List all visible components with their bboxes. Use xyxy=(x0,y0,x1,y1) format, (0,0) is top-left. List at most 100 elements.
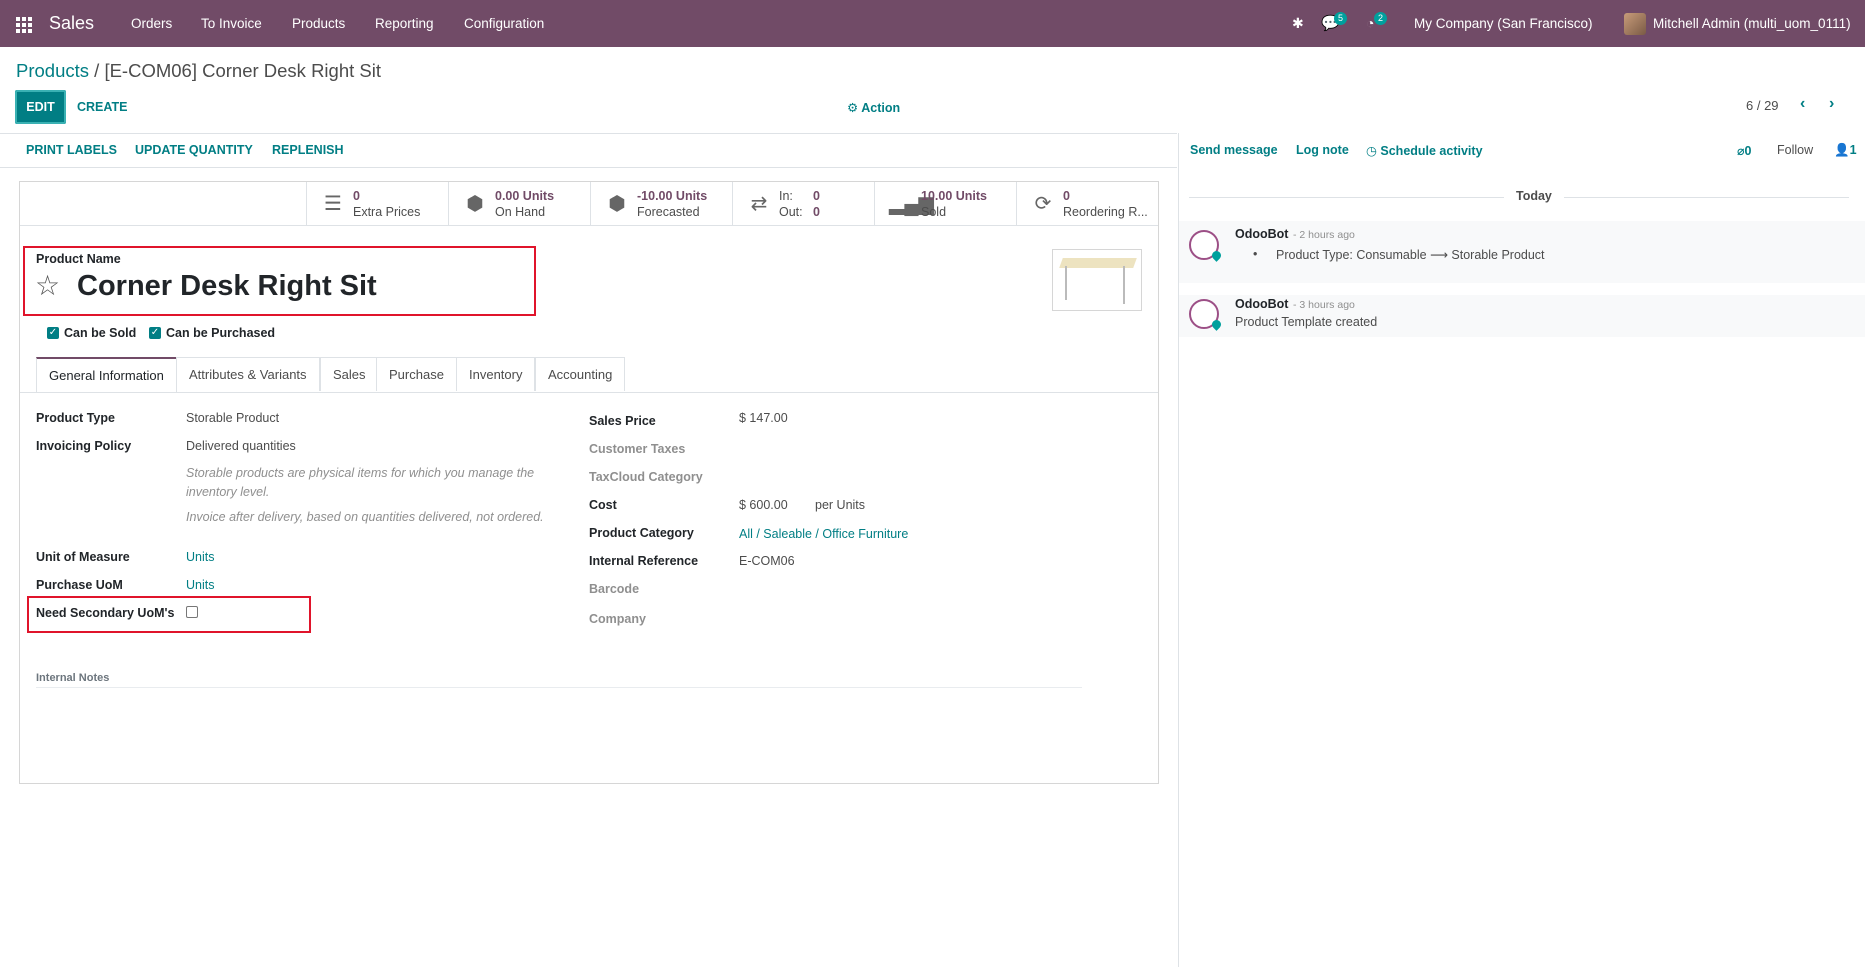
desk-leg xyxy=(1123,266,1125,304)
smart-in-value: 0 xyxy=(813,189,820,203)
product-name-label: Product Name xyxy=(36,252,121,266)
menu-reporting[interactable]: Reporting xyxy=(375,0,434,47)
tab-sales[interactable]: Sales xyxy=(320,357,379,391)
odoobot-avatar[interactable] xyxy=(1189,230,1219,260)
top-navbar: Sales Orders To Invoice Products Reporti… xyxy=(0,0,1865,47)
follow-button[interactable]: Follow xyxy=(1777,143,1813,157)
cost-unit: per Units xyxy=(815,498,866,512)
can-be-sold-checkbox[interactable]: ✓ xyxy=(47,327,59,339)
company-label: Company xyxy=(589,612,646,626)
sales-price-label: Sales Price xyxy=(589,414,656,428)
smart-button-on-hand[interactable]: ⬢ 0.00 Units On Hand xyxy=(448,182,591,226)
form-statusbar: PRINT LABELS UPDATE QUANTITY REPLENISH xyxy=(0,133,1177,168)
favorite-star-icon[interactable]: ☆ xyxy=(35,269,60,302)
tracking-bullet: • xyxy=(1253,247,1258,261)
smart-label: Reordering R... xyxy=(1063,205,1148,219)
product-type-help: Storable products are physical items for… xyxy=(186,466,535,499)
tab-attributes-variants[interactable]: Attributes & Variants xyxy=(176,357,320,391)
pager-value[interactable]: 6 / 29 xyxy=(1746,98,1779,113)
product-type-field[interactable]: Storable Product xyxy=(186,411,279,425)
debug-bug-icon[interactable]: ✱ xyxy=(1292,0,1304,47)
messages-badge: 5 xyxy=(1334,12,1348,25)
barcode-label: Barcode xyxy=(589,582,640,596)
taxcloud-category-label: TaxCloud Category xyxy=(589,470,703,484)
smart-label: On Hand xyxy=(495,205,546,219)
purchase-uom-field[interactable]: Units xyxy=(186,578,214,592)
odoobot-avatar[interactable] xyxy=(1189,299,1219,329)
send-message-button[interactable]: Send message xyxy=(1190,143,1278,157)
user-avatar[interactable] xyxy=(1624,13,1646,35)
pager-next-icon[interactable]: › xyxy=(1829,95,1834,113)
smart-label: Sold xyxy=(921,205,947,219)
message-author[interactable]: OdooBot xyxy=(1235,297,1288,311)
unit-of-measure-field[interactable]: Units xyxy=(186,550,214,564)
product-image[interactable] xyxy=(1052,249,1142,311)
smart-label: Extra Prices xyxy=(353,205,421,219)
refresh-icon: ⟳ xyxy=(1034,193,1052,215)
message-2: OdooBot - 3 hours ago Product Template c… xyxy=(1179,295,1865,337)
smart-value: 0 xyxy=(1063,189,1070,203)
menu-to-invoice[interactable]: To Invoice xyxy=(201,0,262,47)
update-quantity-button[interactable]: UPDATE QUANTITY xyxy=(135,143,253,157)
breadcrumb-products[interactable]: Products xyxy=(16,60,89,81)
print-labels-button[interactable]: PRINT LABELS xyxy=(26,143,117,157)
menu-configuration[interactable]: Configuration xyxy=(464,0,544,47)
create-button[interactable]: CREATE xyxy=(77,100,127,114)
smart-button-reordering[interactable]: ⟳ 0 Reordering R... xyxy=(1016,182,1159,226)
can-be-purchased-checkbox[interactable]: ✓ xyxy=(149,327,161,339)
smart-button-in-out[interactable]: ⇄ In: 0 Out: 0 xyxy=(732,182,875,226)
internal-reference-field[interactable]: E-COM06 xyxy=(739,554,795,568)
internal-notes-field[interactable] xyxy=(36,687,1082,688)
action-menu[interactable]: ⚙ Action xyxy=(847,100,900,115)
tab-purchase[interactable]: Purchase xyxy=(376,357,457,391)
breadcrumb-current: [E-COM06] Corner Desk Right Sit xyxy=(104,60,381,81)
purchase-uom-label: Purchase UoM xyxy=(36,578,123,592)
tab-general-information[interactable]: General Information xyxy=(36,357,177,392)
app-name[interactable]: Sales xyxy=(49,0,94,47)
schedule-activity-button[interactable]: ◷ Schedule activity xyxy=(1366,143,1483,158)
company-switcher[interactable]: My Company (San Francisco) xyxy=(1414,0,1593,47)
message-time: - 3 hours ago xyxy=(1293,299,1355,311)
tab-inventory[interactable]: Inventory xyxy=(456,357,536,391)
sales-price-field[interactable]: $ 147.00 xyxy=(739,411,788,425)
customer-taxes-label: Customer Taxes xyxy=(589,442,686,456)
log-note-button[interactable]: Log note xyxy=(1296,143,1349,157)
smart-button-forecasted[interactable]: ⬢ -10.00 Units Forecasted xyxy=(590,182,733,226)
message-author[interactable]: OdooBot xyxy=(1235,227,1288,241)
desk-leg xyxy=(1065,266,1067,300)
secondary-uom-checkbox[interactable] xyxy=(186,606,198,618)
smart-value: 10.00 Units xyxy=(921,189,988,203)
cubes-icon: ⬢ xyxy=(608,193,626,215)
message-time: - 2 hours ago xyxy=(1293,229,1355,241)
menu-orders[interactable]: Orders xyxy=(131,0,172,47)
unit-of-measure-label: Unit of Measure xyxy=(36,550,130,564)
followers-button[interactable]: 👤1 xyxy=(1834,143,1857,158)
tab-accounting[interactable]: Accounting xyxy=(535,357,626,391)
smart-button-extra-prices[interactable]: ☰ 0 Extra Prices xyxy=(306,182,449,226)
internal-notes-label: Internal Notes xyxy=(36,672,110,684)
signal-icon: ▂▄▆ xyxy=(889,193,934,215)
product-category-field[interactable]: All / Saleable / Office Furniture xyxy=(739,527,908,541)
exchange-icon: ⇄ xyxy=(750,193,768,215)
user-icon: 👤 xyxy=(1834,143,1850,157)
menu-products[interactable]: Products xyxy=(292,0,345,47)
edit-button[interactable]: EDIT xyxy=(15,90,66,124)
list-icon: ☰ xyxy=(324,193,342,215)
followers-count: 1 xyxy=(1849,143,1857,157)
message-1: OdooBot - 2 hours ago • Product Type: Co… xyxy=(1179,221,1865,283)
pager-previous-icon[interactable]: ‹ xyxy=(1800,95,1805,113)
apps-menu-icon[interactable] xyxy=(16,17,32,33)
message-body: Product Type: Consumable ⟶ Storable Prod… xyxy=(1276,248,1545,262)
activities-icon[interactable]: ◔ xyxy=(1366,0,1374,47)
product-name-field[interactable]: Corner Desk Right Sit xyxy=(77,270,377,303)
attachments-button[interactable]: ⌀0 xyxy=(1737,143,1751,158)
breadcrumb: Products / [E-COM06] Corner Desk Right S… xyxy=(16,60,381,82)
activities-badge: 2 xyxy=(1374,12,1388,25)
product-type-label: Product Type xyxy=(36,411,115,425)
cost-field[interactable]: $ 600.00 xyxy=(739,498,788,512)
replenish-button[interactable]: REPLENISH xyxy=(272,143,344,157)
smart-button-sold[interactable]: ▂▄▆ 10.00 Units Sold xyxy=(874,182,1017,226)
gear-icon: ⚙ xyxy=(847,101,862,115)
user-menu[interactable]: Mitchell Admin (multi_uom_0111) xyxy=(1653,0,1851,47)
invoicing-policy-field[interactable]: Delivered quantities xyxy=(186,439,296,453)
